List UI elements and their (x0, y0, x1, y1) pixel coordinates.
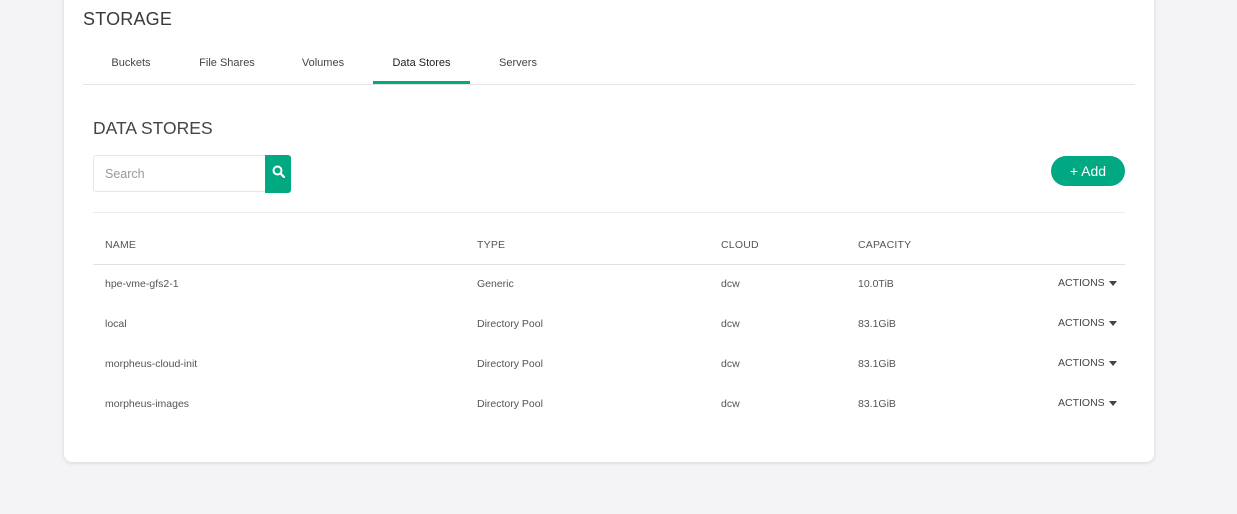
page-title: STORAGE (83, 9, 173, 29)
cell-capacity: 10.0TiB (858, 278, 894, 290)
tab-file-shares[interactable]: File Shares (179, 42, 275, 84)
caret-down-icon (1108, 400, 1117, 406)
cell-name[interactable]: morpheus-images (105, 398, 189, 410)
actions-label: ACTIONS (1058, 277, 1105, 289)
section-title: DATA STORES (93, 118, 213, 138)
caret-down-icon (1108, 320, 1117, 326)
storage-card: STORAGE Buckets File Shares Volumes Data… (64, 0, 1154, 462)
actions-label: ACTIONS (1058, 317, 1105, 329)
cell-type: Directory Pool (477, 398, 543, 410)
table-row: morpheus-images Directory Pool dcw 83.1G… (93, 385, 1125, 425)
cell-cloud: dcw (721, 318, 740, 330)
caret-down-icon (1108, 280, 1117, 286)
tab-volumes[interactable]: Volumes (275, 42, 371, 84)
cell-name[interactable]: morpheus-cloud-init (105, 358, 197, 370)
column-header-type[interactable]: TYPE (477, 239, 505, 251)
cell-cloud: dcw (721, 358, 740, 370)
search-button[interactable] (265, 155, 291, 193)
actions-dropdown[interactable]: ACTIONS (1058, 277, 1117, 289)
column-header-cloud[interactable]: CLOUD (721, 239, 759, 251)
search-input[interactable] (93, 155, 265, 192)
add-button[interactable]: + Add (1051, 156, 1125, 186)
column-header-name[interactable]: NAME (105, 239, 136, 251)
cell-name[interactable]: local (105, 318, 127, 330)
tab-buckets[interactable]: Buckets (83, 42, 179, 84)
storage-tabs: Buckets File Shares Volumes Data Stores … (83, 42, 1135, 85)
actions-label: ACTIONS (1058, 397, 1105, 409)
cell-name[interactable]: hpe-vme-gfs2-1 (105, 278, 179, 290)
cell-capacity: 83.1GiB (858, 398, 896, 410)
table-row: hpe-vme-gfs2-1 Generic dcw 10.0TiB ACTIO… (93, 265, 1125, 305)
table-header: NAME TYPE CLOUD CAPACITY (93, 230, 1125, 265)
actions-label: ACTIONS (1058, 357, 1105, 369)
actions-dropdown[interactable]: ACTIONS (1058, 357, 1117, 369)
divider (93, 212, 1125, 213)
tab-data-stores[interactable]: Data Stores (373, 42, 470, 84)
actions-dropdown[interactable]: ACTIONS (1058, 317, 1117, 329)
search-icon (272, 165, 285, 183)
cell-type: Directory Pool (477, 318, 543, 330)
tab-servers[interactable]: Servers (470, 42, 566, 84)
cell-capacity: 83.1GiB (858, 358, 896, 370)
actions-dropdown[interactable]: ACTIONS (1058, 397, 1117, 409)
table-row: local Directory Pool dcw 83.1GiB ACTIONS (93, 305, 1125, 345)
cell-type: Directory Pool (477, 358, 543, 370)
cell-cloud: dcw (721, 398, 740, 410)
table-row: morpheus-cloud-init Directory Pool dcw 8… (93, 345, 1125, 385)
cell-cloud: dcw (721, 278, 740, 290)
cell-capacity: 83.1GiB (858, 318, 896, 330)
caret-down-icon (1108, 360, 1117, 366)
cell-type: Generic (477, 278, 514, 290)
column-header-capacity[interactable]: CAPACITY (858, 239, 911, 251)
